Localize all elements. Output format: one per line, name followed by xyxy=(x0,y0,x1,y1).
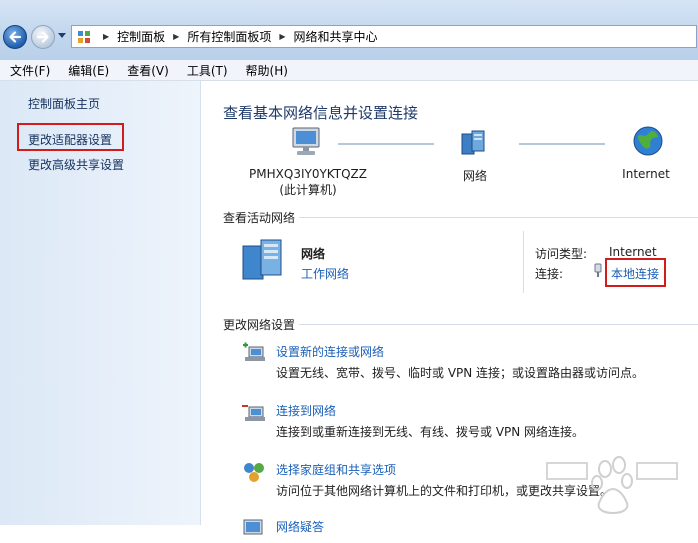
computer-icon[interactable] xyxy=(290,126,324,160)
control-panel-home-link[interactable]: 控制面板主页 xyxy=(28,95,100,112)
back-button[interactable] xyxy=(3,25,27,49)
setup-connection-link[interactable]: 设置新的连接或网络 xyxy=(276,343,384,360)
network-bench-icon xyxy=(242,239,282,280)
troubleshoot-icon xyxy=(243,519,263,535)
main-content: 查看基本网络信息并设置连接 PMHXQ3IY0YKTQZZ (此计算机) 网络 … xyxy=(201,81,698,535)
arrow-left-icon xyxy=(9,31,22,43)
network-label: 网络 xyxy=(462,169,487,183)
address-bar[interactable]: ▶ 控制面板 ▶ 所有控制面板项 ▶ 网络和共享中心 xyxy=(71,25,697,48)
new-connection-icon xyxy=(243,342,265,361)
connection-line xyxy=(338,143,434,145)
breadcrumb-network-center[interactable]: 网络和共享中心 xyxy=(294,28,378,45)
left-pane: 控制面板主页 更改适配器设置 更改高级共享设置 xyxy=(0,81,201,525)
breadcrumb-all-items[interactable]: 所有控制面板项 xyxy=(187,28,271,45)
homegroup-sharing-link[interactable]: 选择家庭组和共享选项 xyxy=(276,461,396,478)
access-type-label: 访问类型: xyxy=(535,247,588,261)
connections-label: 连接: xyxy=(535,267,564,281)
navigation-bar: ▶ 控制面板 ▶ 所有控制面板项 ▶ 网络和共享中心 xyxy=(0,0,698,60)
internet-globe-icon[interactable] xyxy=(632,125,664,157)
access-type-value: Internet xyxy=(609,245,657,259)
chevron-right-icon[interactable]: ▶ xyxy=(173,32,179,41)
troubleshoot-link[interactable]: 网络疑答 xyxy=(276,518,324,535)
ethernet-icon xyxy=(594,263,602,277)
advanced-sharing-settings-link[interactable]: 更改高级共享设置 xyxy=(28,156,124,173)
menu-bar: 文件(F) 编辑(E) 查看(V) 工具(T) 帮助(H) xyxy=(0,60,698,81)
homegroup-sharing-desc: 访问位于其他网络计算机上的文件和打印机，或更改共享设置。 xyxy=(276,484,613,498)
page-title: 查看基本网络信息并设置连接 xyxy=(223,104,419,122)
menu-help[interactable]: 帮助(H) xyxy=(236,62,296,79)
recent-pages-dropdown-icon[interactable] xyxy=(58,33,66,39)
computer-name: PMHXQ3IY0YKTQZZ xyxy=(249,167,367,181)
internet-label: Internet xyxy=(622,167,670,181)
connect-to-network-link[interactable]: 连接到网络 xyxy=(276,402,336,419)
section-divider xyxy=(299,217,698,218)
breadcrumb-control-panel[interactable]: 控制面板 xyxy=(117,28,165,45)
vertical-divider xyxy=(523,231,524,293)
section-divider xyxy=(299,324,698,325)
network-icon[interactable] xyxy=(459,128,489,158)
connect-to-network-icon xyxy=(242,405,265,421)
menu-tools[interactable]: 工具(T) xyxy=(177,62,236,79)
setup-connection-desc: 设置无线、宽带、拨号、临时或 VPN 连接；或设置路由器或访问点。 xyxy=(276,366,645,380)
work-network-link[interactable]: 工作网络 xyxy=(301,265,349,282)
chevron-right-icon[interactable]: ▶ xyxy=(103,32,109,41)
active-networks-header: 查看活动网络 xyxy=(223,211,296,225)
computer-subtitle: (此计算机) xyxy=(279,183,337,197)
arrow-right-icon xyxy=(36,31,49,43)
active-network-name: 网络 xyxy=(301,247,326,261)
chevron-right-icon[interactable]: ▶ xyxy=(279,32,285,41)
change-settings-header: 更改网络设置 xyxy=(223,318,296,332)
local-connection-link[interactable]: 本地连接 xyxy=(611,265,659,282)
control-panel-icon xyxy=(78,30,90,43)
connect-to-network-desc: 连接到或重新连接到无线、有线、拨号或 VPN 网络连接。 xyxy=(276,425,585,439)
change-adapter-settings-link[interactable]: 更改适配器设置 xyxy=(28,131,112,148)
homegroup-icon xyxy=(244,463,264,482)
computer-node: PMHXQ3IY0YKTQZZ (此计算机) xyxy=(233,167,383,198)
menu-edit[interactable]: 编辑(E) xyxy=(58,62,117,79)
forward-button[interactable] xyxy=(31,25,55,49)
menu-view[interactable]: 查看(V) xyxy=(117,62,177,79)
connection-line xyxy=(519,143,605,145)
menu-file[interactable]: 文件(F) xyxy=(0,62,58,79)
